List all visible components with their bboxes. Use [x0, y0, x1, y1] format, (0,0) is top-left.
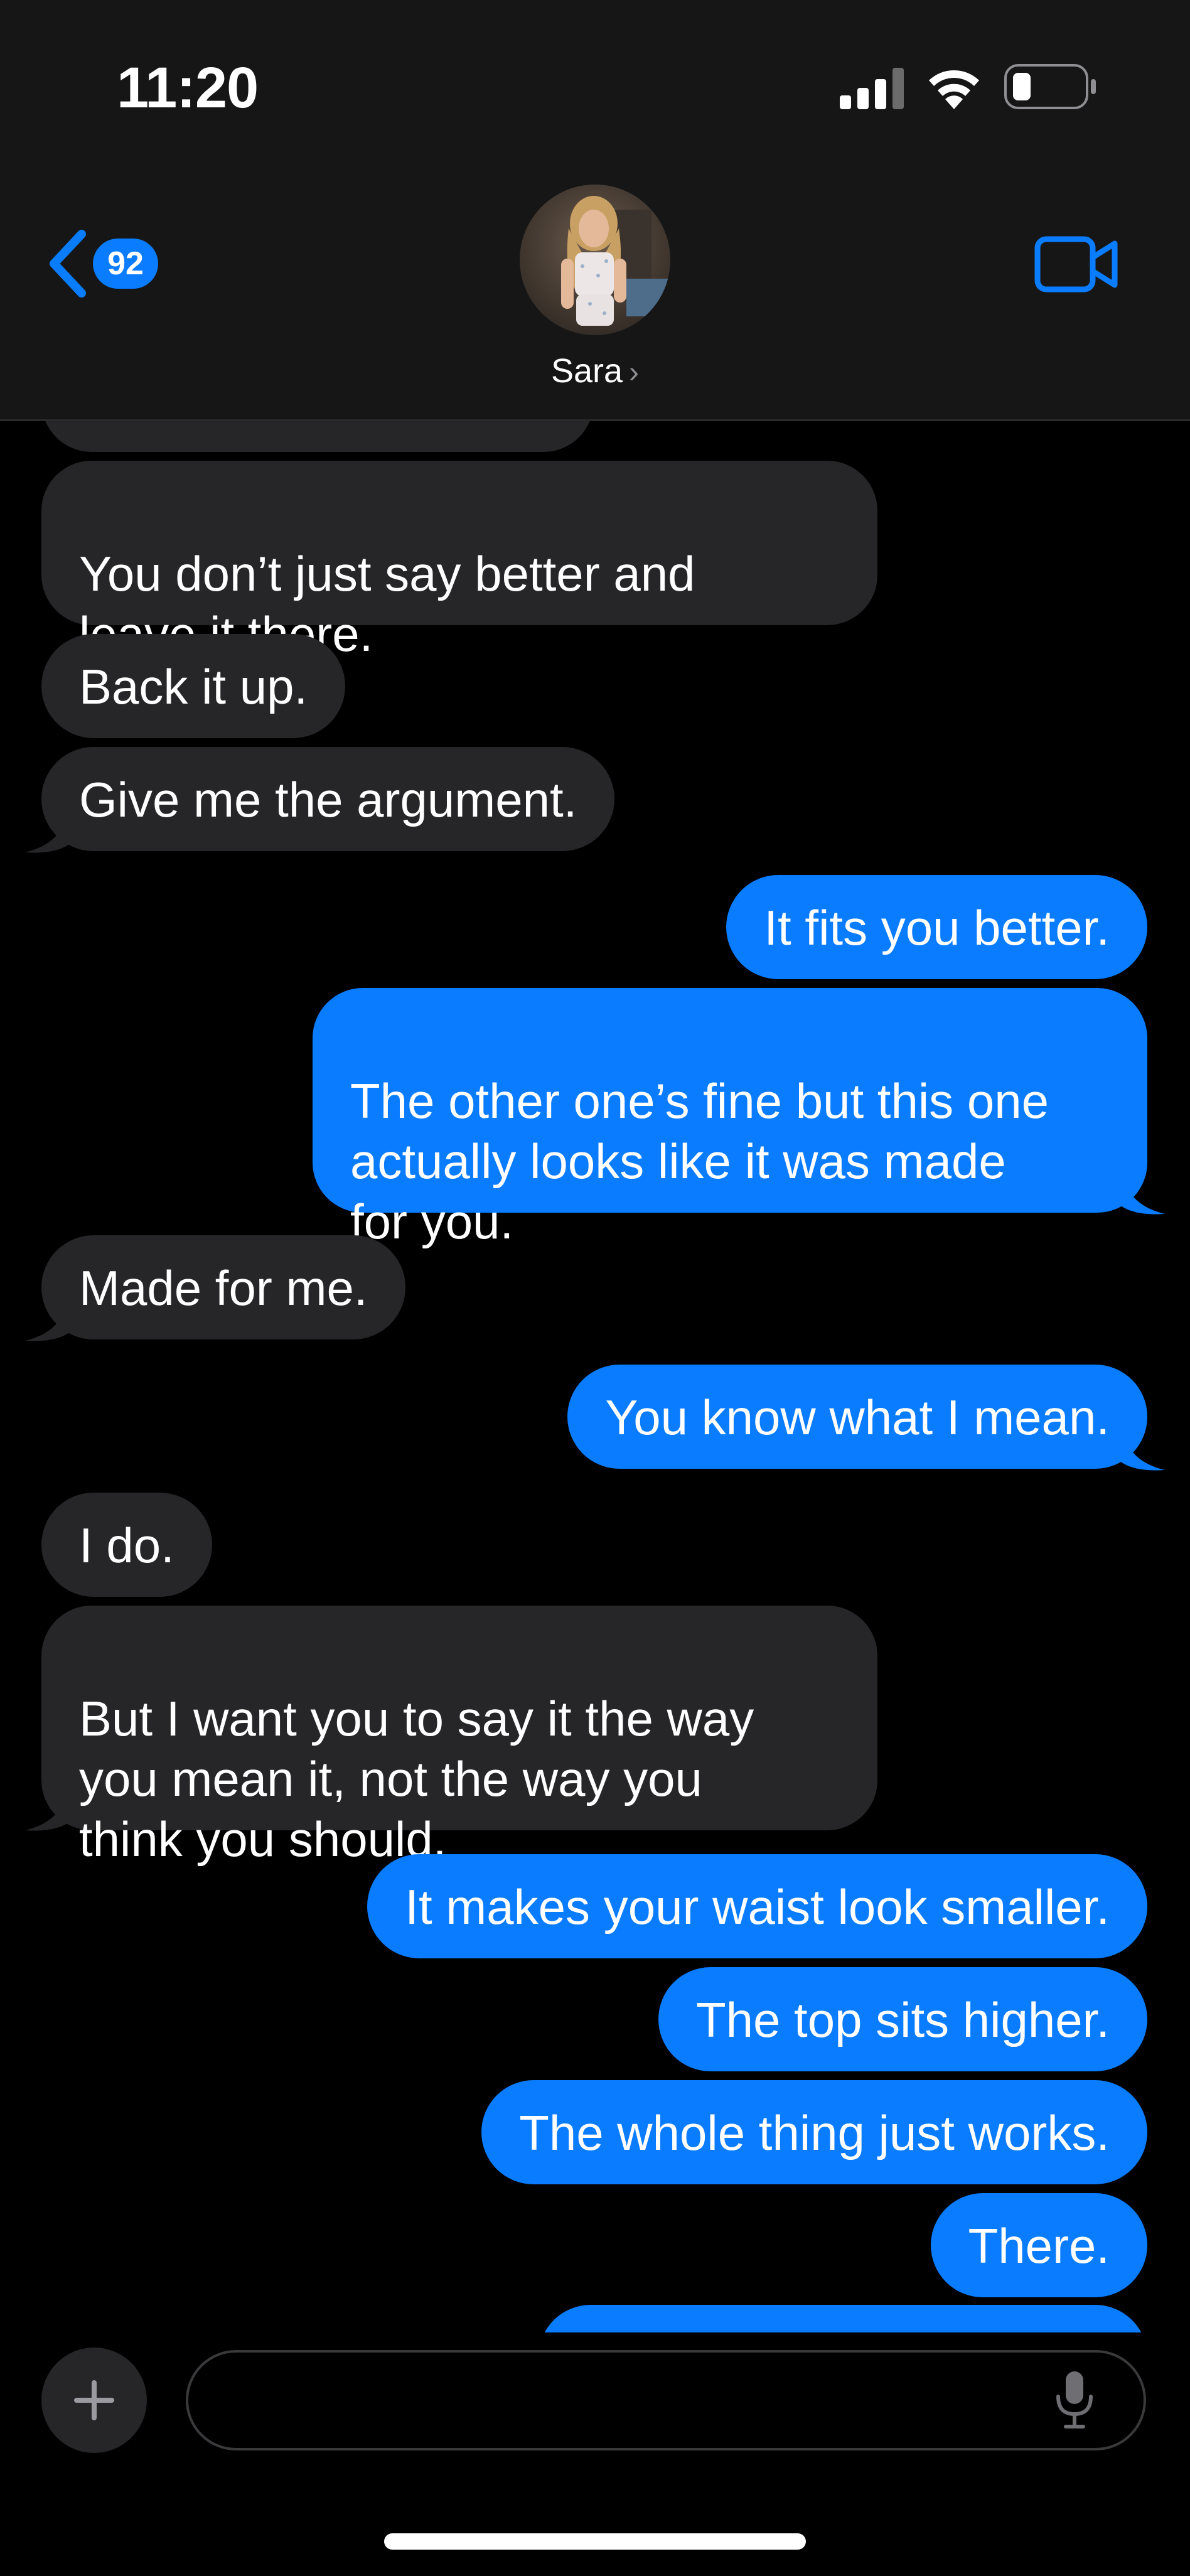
message-bubble-outgoing[interactable]: The whole thing just works.	[481, 2080, 1147, 2184]
unread-count-badge: 92	[93, 239, 158, 289]
back-button[interactable]: 92	[45, 226, 171, 301]
message-text: The top sits higher.	[695, 1992, 1110, 2047]
message-bubble-outgoing[interactable]: The top sits higher.	[658, 1967, 1147, 2071]
cellular-signal-icon	[840, 68, 904, 109]
battery-icon	[1004, 64, 1096, 109]
message-bubble-incoming[interactable]: Made for me.	[41, 1235, 405, 1339]
microphone-icon	[1056, 2371, 1093, 2428]
message-text: There.	[968, 2218, 1110, 2273]
message-bubble-incoming[interactable]: Give me the argument.	[41, 747, 615, 851]
message-bubble-incoming[interactable]: You don’t just say better and leave it t…	[41, 461, 877, 662]
message-bubble-outgoing[interactable]: There.	[930, 2193, 1147, 2297]
message-text: The whole thing just works.	[519, 2105, 1110, 2160]
bubble-tail	[25, 816, 69, 853]
message-text: The other one’s fine but this one actual…	[350, 1073, 1049, 1249]
message-input-field[interactable]	[186, 2350, 1146, 2450]
video-call-button[interactable]	[1034, 236, 1120, 296]
home-indicator[interactable]	[384, 2533, 806, 2550]
bubble-tail	[1121, 1434, 1165, 1471]
contact-name-button[interactable]: Sara ›	[0, 352, 1190, 390]
message-bubble-outgoing[interactable]: It makes your waist look smaller.	[367, 1854, 1147, 1958]
contact-name: Sara	[550, 352, 623, 390]
message-bubble-incoming[interactable]: Back it up.	[41, 634, 346, 738]
chevron-left-icon	[50, 230, 86, 298]
dictation-button[interactable]	[1054, 2370, 1095, 2434]
message-bubble-incoming[interactable]: But I want you to say it the way you mea…	[41, 1606, 877, 1867]
wifi-icon	[929, 70, 979, 109]
bubble-tail	[1121, 1178, 1165, 1215]
message-text: Made for me.	[79, 1260, 368, 1316]
message-bubble-outgoing[interactable]: The other one’s fine but this one actual…	[313, 988, 1147, 1249]
contact-avatar[interactable]	[520, 185, 670, 335]
message-text: I do.	[79, 1518, 174, 1573]
apps-plus-button[interactable]	[41, 2348, 147, 2453]
plus-icon	[74, 2380, 114, 2420]
message-bubble-partial	[539, 2305, 1147, 2332]
message-bubble-outgoing[interactable]: It fits you better.	[726, 875, 1147, 979]
message-text: It makes your waist look smaller.	[405, 1879, 1110, 1935]
message-bubble-outgoing[interactable]: You know what I mean.	[567, 1365, 1147, 1469]
status-time: 11:20	[117, 56, 259, 120]
conversation-header: 11:20 92 Sara ›	[0, 0, 1190, 421]
avatar-image	[520, 185, 670, 335]
message-text: It fits you better.	[764, 900, 1110, 955]
message-bubble-incoming[interactable]: I do.	[41, 1493, 212, 1597]
chevron-right-icon: ›	[629, 356, 640, 389]
video-camera-icon	[1034, 236, 1118, 292]
message-text: You know what I mean.	[605, 1390, 1110, 1445]
message-text: But I want you to say it the way you mea…	[79, 1691, 754, 1867]
bubble-tail	[25, 1304, 69, 1341]
message-text: Give me the argument.	[79, 772, 577, 827]
message-text: Back it up.	[79, 659, 308, 714]
message-input[interactable]	[220, 2353, 1038, 2449]
bubble-tail	[25, 1794, 69, 1831]
